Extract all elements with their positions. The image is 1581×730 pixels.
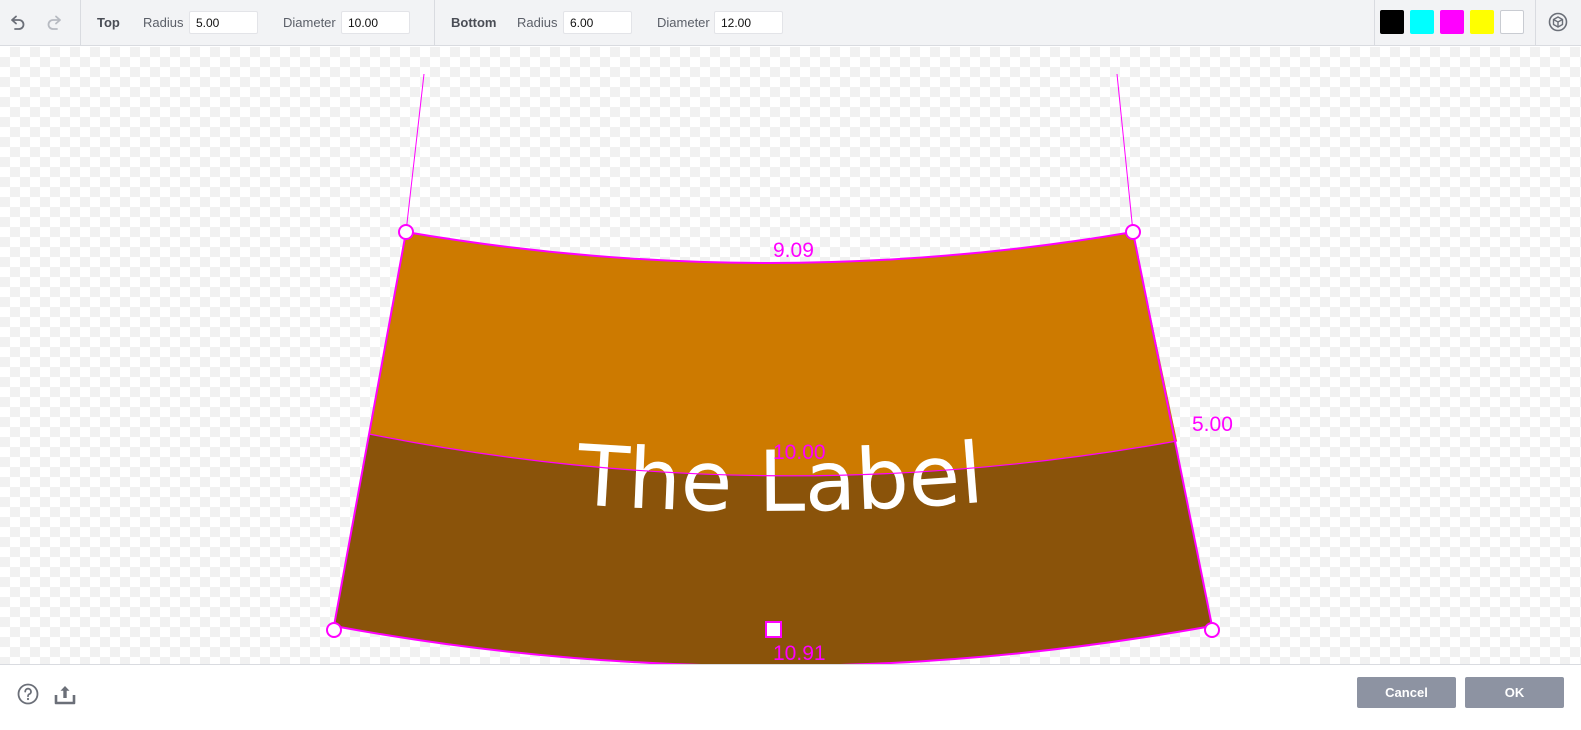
cancel-button[interactable]: Cancel <box>1357 677 1456 708</box>
redo-button[interactable] <box>42 9 68 35</box>
handle-top-right[interactable] <box>1125 224 1141 240</box>
3d-view-icon <box>1548 12 1568 32</box>
export-button[interactable] <box>52 682 78 708</box>
bottom-diameter-input[interactable] <box>714 11 783 34</box>
dimension-bottom-width: 10.91 <box>773 642 826 664</box>
bottom-group-title: Bottom <box>451 15 497 30</box>
dimension-middle-width: 10.00 <box>773 441 826 464</box>
swatch-cyan[interactable] <box>1410 10 1434 34</box>
ok-button[interactable]: OK <box>1465 677 1564 708</box>
top-diameter-input[interactable] <box>341 11 410 34</box>
dimension-top-width: 9.09 <box>773 239 814 262</box>
help-button[interactable] <box>16 682 40 706</box>
toolbar-divider <box>80 0 81 46</box>
3d-view-button[interactable] <box>1545 9 1571 35</box>
top-group-title: Top <box>97 15 120 30</box>
toolbar: Top Radius Diameter Bottom Radius Diamet… <box>0 0 1581 46</box>
swatch-black[interactable] <box>1380 10 1404 34</box>
top-radius-label: Radius <box>143 15 184 30</box>
top-diameter-label: Diameter <box>283 15 336 30</box>
toolbar-divider <box>1535 0 1536 46</box>
toolbar-divider <box>434 0 435 46</box>
undo-button[interactable] <box>4 9 30 35</box>
handle-bottom-center[interactable] <box>765 621 782 638</box>
swatch-magenta[interactable] <box>1440 10 1464 34</box>
swatch-white[interactable] <box>1500 10 1524 34</box>
bottom-radius-input[interactable] <box>563 11 632 34</box>
handle-top-left[interactable] <box>398 224 414 240</box>
swatch-yellow[interactable] <box>1470 10 1494 34</box>
undo-icon <box>11 15 25 30</box>
footer: Cancel OK <box>0 664 1581 730</box>
help-icon <box>17 683 39 705</box>
label-preview: The Label 9.09 10.00 10.91 5.00 <box>326 73 1233 664</box>
guide-line-left <box>405 73 425 233</box>
top-radius-input[interactable] <box>189 11 258 34</box>
handle-bottom-right[interactable] <box>1204 622 1220 638</box>
bottom-diameter-label: Diameter <box>657 15 710 30</box>
dimension-height: 5.00 <box>1192 413 1233 436</box>
redo-icon <box>47 15 61 30</box>
label-canvas[interactable]: The Label 9.09 10.00 10.91 5.00 <box>0 47 1581 664</box>
guide-line-right <box>1116 73 1134 233</box>
toolbar-divider <box>1374 0 1375 46</box>
export-icon <box>54 686 76 705</box>
handle-bottom-left[interactable] <box>326 622 342 638</box>
bottom-radius-label: Radius <box>517 15 558 30</box>
